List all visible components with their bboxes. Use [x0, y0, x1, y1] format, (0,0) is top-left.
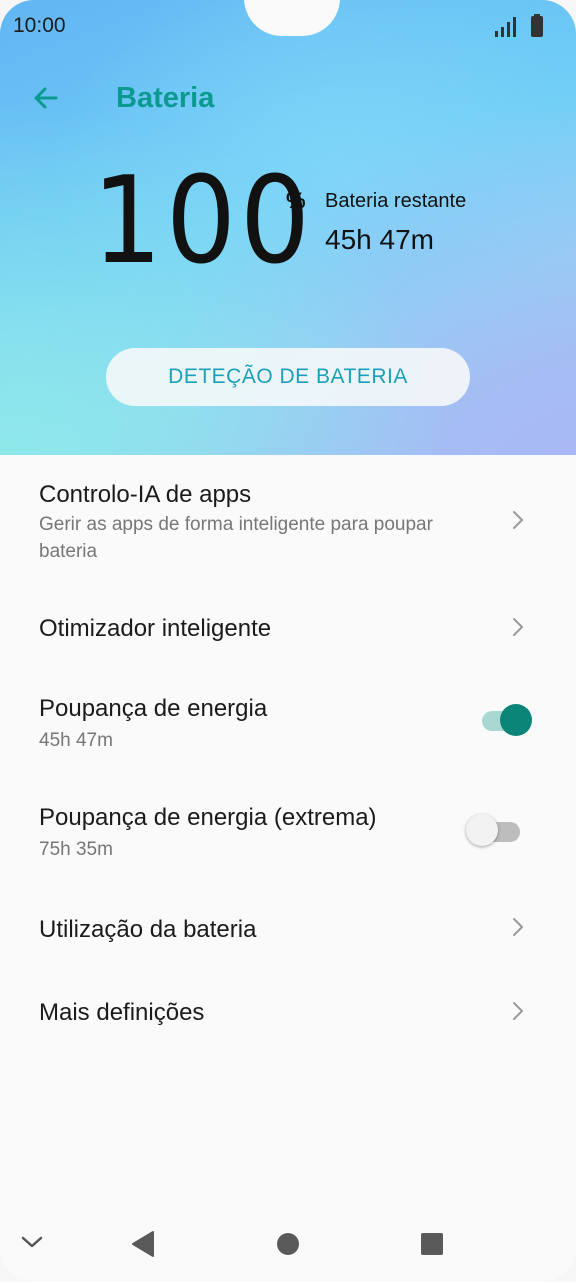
chevron-right-icon [513, 1002, 523, 1020]
power-saving-toggle[interactable] [478, 703, 534, 737]
chevron-right-icon [513, 918, 523, 936]
list-item-more-settings[interactable]: Mais definições [0, 971, 576, 1053]
chevron-right-icon [513, 618, 523, 636]
chevron-down-icon[interactable] [20, 1234, 44, 1250]
extreme-power-saving-toggle[interactable] [466, 814, 524, 848]
navigation-bar [0, 1210, 576, 1282]
list-item-title: Poupança de energia (extrema) [39, 804, 377, 831]
home-circle-icon[interactable] [276, 1232, 300, 1256]
list-item-title: Otimizador inteligente [39, 615, 272, 642]
list-item-extreme-power-saving[interactable]: Poupança de energia (extrema) 75h 35m [0, 777, 576, 889]
battery-icon [531, 14, 543, 37]
list-item-title: Mais definições [39, 999, 205, 1026]
list-item-smart-optimizer[interactable]: Otimizador inteligente [0, 585, 576, 667]
list-item-title: Controlo-IA de apps [39, 481, 252, 508]
list-item-power-saving[interactable]: Poupança de energia 45h 47m [0, 667, 576, 777]
remaining-value: 45h 47m [325, 224, 434, 255]
battery-detection-button[interactable]: DETEÇÃO DE BATERIA [106, 348, 470, 406]
signal-icon [495, 17, 516, 37]
list-item-subtitle: 45h 47m [39, 730, 113, 751]
remaining-label: Bateria restante [325, 190, 467, 212]
chevron-right-icon [513, 511, 523, 529]
toggle-knob [466, 814, 498, 846]
list-item-battery-usage[interactable]: Utilização da bateria [0, 889, 576, 971]
battery-detection-label: DETEÇÃO DE BATERIA [168, 365, 408, 388]
toggle-knob [500, 704, 532, 736]
percent-sign: % [286, 188, 306, 213]
page-title: Bateria [116, 82, 215, 114]
battery-settings-screen: 10:00 Bateria 100 % Bateria restante 45h… [0, 0, 576, 1282]
list-item-title: Poupança de energia [39, 695, 268, 722]
list-item-subtitle: Gerir as apps de forma inteligente para … [39, 514, 433, 562]
back-arrow-icon[interactable] [30, 82, 62, 114]
status-time: 10:00 [13, 14, 66, 37]
recents-square-icon[interactable] [420, 1232, 444, 1256]
list-item-title: Utilização da bateria [39, 916, 257, 943]
back-triangle-icon[interactable] [130, 1230, 156, 1258]
list-item-subtitle: 75h 35m [39, 839, 113, 860]
battery-level: 100 [92, 152, 314, 291]
list-item-ai-app-control[interactable]: Controlo-IA de apps Gerir as apps de for… [0, 455, 576, 585]
